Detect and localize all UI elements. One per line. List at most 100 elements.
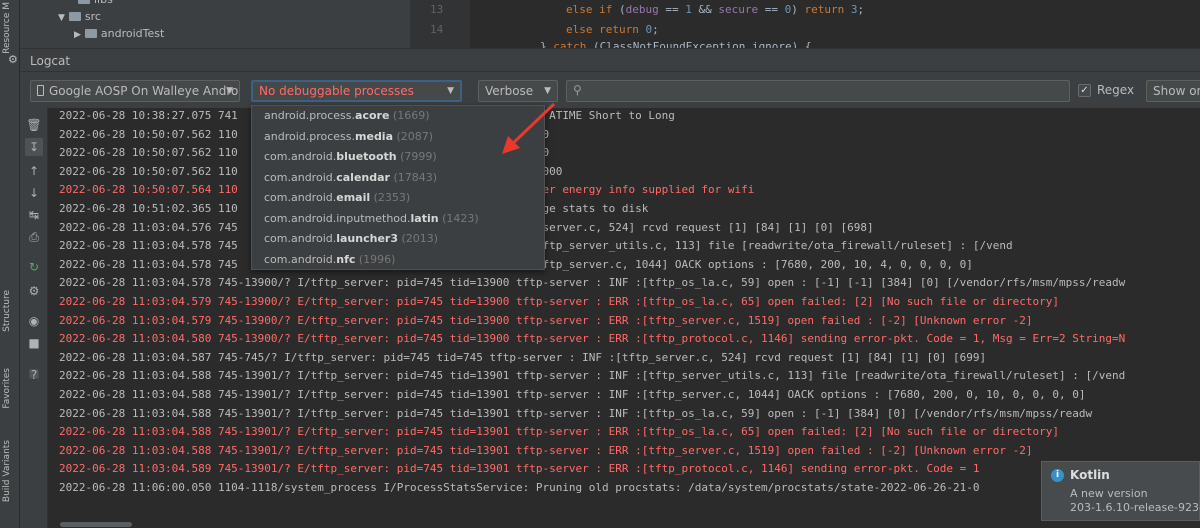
process-option-name: nfc	[336, 252, 356, 266]
code-token: catch	[553, 40, 593, 48]
log-line[interactable]: 2022-06-28 11:03:04.588 745-13901/? I/tf…	[59, 386, 1086, 404]
settings-gear-icon[interactable]: ⚙	[25, 282, 43, 300]
code-token: ;	[857, 3, 865, 16]
process-select[interactable]: No debuggable processes ▼	[251, 80, 462, 102]
code-token: (	[618, 3, 626, 16]
code-line-14[interactable]: else return 0;	[566, 21, 659, 38]
editor-area: libs ▼ src ▶ androidTest 13 14 else if (de…	[20, 0, 1200, 48]
structure-tab-label: Structure	[2, 290, 12, 332]
notification-line: A new version	[1070, 487, 1148, 500]
show-only-select[interactable]: Show only se	[1146, 80, 1200, 102]
process-option-prefix: com.android.inputmethod.	[264, 211, 411, 225]
logcat-toolbar: Google AOSP On Walleye Andro ▼ No debugg…	[20, 72, 1200, 108]
folder-icon	[78, 0, 90, 4]
process-option-prefix: com.android.	[264, 232, 337, 245]
restart-icon[interactable]: ↻	[25, 258, 43, 276]
process-option-name: latin	[410, 211, 439, 225]
code-token: )	[791, 3, 805, 16]
help-icon[interactable]: ?	[25, 366, 43, 384]
soft-wrap-icon[interactable]: ↹	[25, 206, 43, 224]
tree-item-src[interactable]: ▼ src	[58, 8, 101, 25]
logcat-side-toolbar: 🗑 ↧ ↑ ↓ ↹ ⎙ ↻ ⚙ ◉ ■ ■ ?	[20, 108, 48, 528]
logcat-output[interactable]: 2022-06-28 10:38:27.075 741 aptiveAtime:…	[48, 108, 1200, 528]
device-select-value: Google AOSP On Walleye Andro	[49, 84, 239, 98]
tree-item-androidtest[interactable]: ▶ androidTest	[74, 25, 164, 42]
code-token: &&	[691, 3, 719, 16]
code-line-13[interactable]: else if (debug == 1 && secure == 0) retu…	[566, 1, 864, 18]
build-variants-tab[interactable]: Build Variants	[2, 440, 12, 502]
favorites-tab[interactable]: Favorites	[2, 368, 12, 409]
process-option-prefix: android.process.	[264, 109, 356, 122]
tree-item-label: src	[84, 10, 101, 23]
print-icon[interactable]: ⎙	[25, 228, 43, 246]
process-option[interactable]: com.android.email (2353)	[252, 188, 544, 209]
log-line[interactable]: 2022-06-28 11:03:04.579 745-13900/? E/tf…	[59, 293, 1059, 311]
scroll-to-end-icon[interactable]: ↧	[25, 138, 43, 156]
code-token: }	[540, 40, 554, 48]
process-option-pid: (1996)	[355, 252, 396, 266]
log-line[interactable]: 2022-06-28 11:03:04.588 745-13901/? E/tf…	[59, 423, 1059, 441]
clear-logcat-icon[interactable]: 🗑	[25, 116, 43, 134]
process-option-name: acore	[355, 109, 390, 122]
show-only-label: Show only se	[1153, 84, 1200, 98]
log-line[interactable]: 2022-06-28 11:03:04.579 745-13900/? E/tf…	[59, 312, 1033, 330]
process-option-name: bluetooth	[336, 150, 397, 163]
code-token: 1	[685, 3, 692, 16]
process-option-pid: (2087)	[393, 129, 434, 143]
line-number: 14	[430, 23, 444, 36]
folder-icon	[68, 12, 81, 21]
down-arrow-icon[interactable]: ↓	[25, 184, 43, 202]
tree-item-libs[interactable]: libs	[78, 0, 113, 8]
screen-record-icon[interactable]: ■	[25, 334, 43, 352]
logcat-header: ⚙ Logcat	[8, 48, 1200, 72]
log-line[interactable]: 2022-06-28 11:03:04.578 745-13900/? I/tf…	[59, 274, 1125, 292]
dropdown-arrow-icon: ▼	[226, 86, 233, 96]
log-line[interactable]: 2022-06-28 11:03:04.588 745-13901/? I/tf…	[59, 367, 1125, 385]
code-token: debug	[625, 3, 659, 16]
log-line[interactable]: 2022-06-28 11:03:04.587 745-745/? I/tftp…	[59, 349, 986, 367]
process-option[interactable]: com.android.launcher3 (2013)	[252, 229, 544, 250]
log-line[interactable]: 2022-06-28 11:03:04.588 745-13901/? I/tf…	[59, 405, 1092, 423]
process-option[interactable]: com.android.inputmethod.latin (1423)	[252, 209, 544, 230]
log-line[interactable]: 2022-06-28 11:03:04.589 745-13901/? E/tf…	[59, 460, 980, 478]
device-select[interactable]: Google AOSP On Walleye Andro ▼	[30, 80, 240, 102]
process-option[interactable]: com.android.nfc (1996)	[252, 250, 544, 270]
build-variants-tab-label: Build Variants	[2, 440, 12, 503]
regex-label: Regex	[1097, 83, 1135, 97]
search-input[interactable]: ⚲	[566, 80, 1070, 102]
code-line-15[interactable]: } catch (ClassNotFoundException ignore) …	[540, 38, 812, 48]
favorites-tab-label: Favorites	[2, 368, 12, 409]
resource-manager-tab[interactable]: Resource M	[2, 2, 12, 54]
process-option-pid: (2013)	[397, 232, 439, 245]
search-icon: ⚲	[573, 83, 582, 97]
folder-icon	[84, 29, 97, 38]
code-token: else return	[566, 23, 646, 36]
structure-tab[interactable]: Structure	[2, 290, 12, 332]
process-option-pid: (2353)	[370, 191, 411, 204]
line-number-gutter: 13 14	[410, 0, 470, 48]
code-token: ==	[658, 3, 686, 16]
process-option-name: launcher3	[336, 232, 398, 245]
log-line[interactable]: 2022-06-28 11:06:00.050 1104-1118/system…	[59, 479, 980, 497]
annotation-arrow-icon	[502, 102, 556, 154]
regex-checkbox[interactable]: ✓	[1078, 84, 1091, 97]
log-line[interactable]: 2022-06-28 11:03:04.588 745-13901/? E/tf…	[59, 442, 1033, 460]
kotlin-update-notification[interactable]: i Kotlin A new version 203-1.6.10-releas…	[1041, 461, 1200, 521]
horizontal-scrollbar[interactable]	[60, 522, 132, 527]
dropdown-arrow-icon: ▼	[447, 86, 454, 96]
log-line[interactable]: 2022-06-28 11:03:04.580 745-13900/? E/tf…	[59, 330, 1125, 348]
chevron-right-icon: ▶	[74, 30, 81, 40]
up-arrow-icon[interactable]: ↑	[25, 162, 43, 180]
process-option-prefix: com.android.	[264, 191, 337, 204]
process-option-name: calendar	[336, 170, 390, 184]
process-option[interactable]: com.android.calendar (17843)	[252, 168, 544, 189]
notification-body: A new version 203-1.6.10-release-923-A	[1070, 487, 1200, 515]
tree-item-label: libs	[94, 0, 113, 6]
line-number: 13	[430, 3, 444, 16]
chevron-down-icon: ▼	[58, 13, 65, 23]
log-level-select[interactable]: Verbose ▼	[478, 80, 558, 102]
resource-manager-tab-label: Resource M	[2, 2, 12, 54]
screenshot-camera-icon[interactable]: ◉	[25, 312, 43, 330]
notification-title: Kotlin	[1070, 468, 1110, 482]
dropdown-arrow-icon: ▼	[544, 86, 551, 96]
